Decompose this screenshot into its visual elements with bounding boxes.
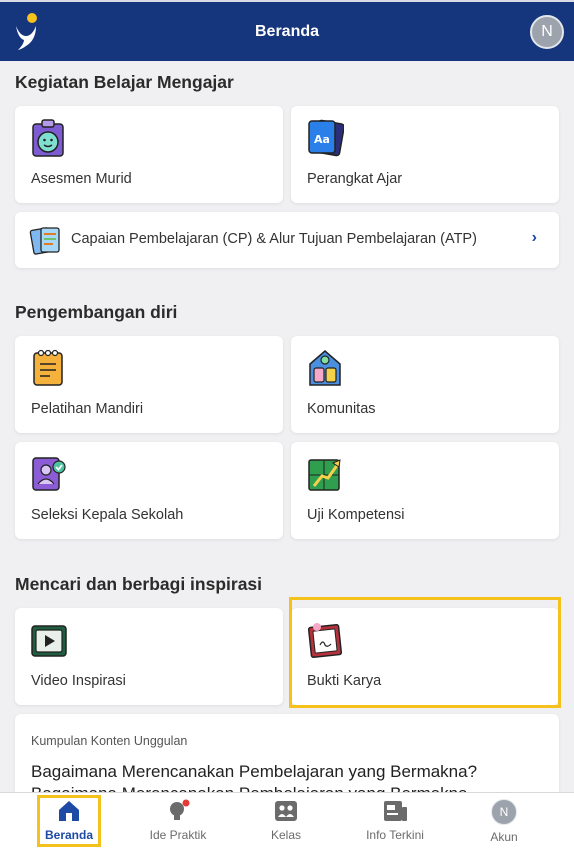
- asesmen-murid-card[interactable]: Asesmen Murid: [15, 106, 283, 203]
- clipboard-face-icon: [32, 119, 64, 157]
- cp-atp-label: Capaian Pembelajaran (CP) & Alur Tujuan …: [71, 231, 477, 247]
- app-header: Beranda N: [0, 0, 574, 61]
- nav-info-terkini-label: Info Terkini: [366, 828, 424, 842]
- perangkat-ajar-card[interactable]: Aa Perangkat Ajar: [291, 106, 559, 203]
- svg-text:Aa: Aa: [314, 133, 330, 146]
- page-title: Beranda: [254, 23, 320, 40]
- bukti-karya-card[interactable]: Bukti Karya: [291, 608, 559, 705]
- class-people-icon: [275, 801, 297, 821]
- cp-atp-card[interactable]: Capaian Pembelajaran (CP) & Alur Tujuan …: [15, 212, 559, 268]
- uji-kompetensi-card[interactable]: Uji Kompetensi: [291, 442, 559, 539]
- avatar: N: [491, 799, 517, 825]
- featured-kicker: Kumpulan Konten Unggulan: [31, 734, 188, 748]
- video-play-icon: [31, 625, 67, 657]
- video-inspirasi-card[interactable]: Video Inspirasi: [15, 608, 283, 705]
- documents-icon: [29, 227, 60, 255]
- section-title-pengembangan: Pengembangan diri: [15, 302, 178, 322]
- home-icon: [59, 801, 79, 821]
- profile-check-icon: [32, 457, 66, 491]
- news-icon: [384, 801, 407, 821]
- avatar-initial: N: [499, 805, 509, 819]
- featured-content-card[interactable]: Kumpulan Konten Unggulan Bagaimana Meren…: [15, 714, 559, 792]
- lightbulb-icon: [170, 799, 190, 820]
- komunitas-card[interactable]: Komunitas: [291, 336, 559, 433]
- nav-kelas-label: Kelas: [270, 828, 302, 842]
- bottom-navigation: Beranda Ide Praktik Kelas Info Terkini N: [0, 792, 574, 848]
- section-title-kbm: Kegiatan Belajar Mengajar: [15, 72, 234, 92]
- nav-akun[interactable]: N Akun: [474, 793, 534, 848]
- seleksi-kepala-sekolah-card[interactable]: Seleksi Kepala Sekolah: [15, 442, 283, 539]
- nav-ide-praktik[interactable]: Ide Praktik: [138, 793, 218, 848]
- pelatihan-mandiri-card[interactable]: Pelatihan Mandiri: [15, 336, 283, 433]
- komunitas-label: Komunitas: [307, 401, 376, 417]
- book-icon: Aa: [308, 119, 344, 157]
- pelatihan-mandiri-label: Pelatihan Mandiri: [31, 401, 144, 417]
- section-title-inspirasi: Mencari dan berbagi inspirasi: [15, 574, 263, 594]
- video-inspirasi-label: Video Inspirasi: [31, 673, 126, 689]
- notepad-icon: [33, 349, 63, 386]
- featured-title-line: Bagaimana Merencanakan Pembelajaran yang…: [31, 783, 546, 792]
- certificate-frame-icon: [307, 623, 343, 659]
- nav-beranda[interactable]: Beranda: [37, 793, 101, 848]
- growth-chart-icon: [308, 459, 341, 491]
- nav-kelas[interactable]: Kelas: [252, 793, 320, 848]
- featured-title: Bagaimana Merencanakan Pembelajaran yang…: [31, 761, 546, 792]
- uji-kompetensi-label: Uji Kompetensi: [307, 507, 405, 523]
- nav-ide-praktik-label: Ide Praktik: [149, 828, 207, 842]
- bukti-karya-label: Bukti Karya: [307, 673, 382, 689]
- featured-title-line: Bagaimana Merencanakan Pembelajaran yang…: [31, 762, 478, 781]
- chevron-right-icon: ›: [531, 229, 537, 246]
- nav-beranda-label: Beranda: [44, 828, 94, 842]
- asesmen-murid-label: Asesmen Murid: [31, 171, 132, 187]
- nav-akun-label: Akun: [490, 830, 518, 844]
- community-house-icon: [309, 350, 341, 386]
- avatar[interactable]: N: [530, 15, 564, 49]
- perangkat-ajar-label: Perangkat Ajar: [307, 171, 403, 187]
- main-content: Kegiatan Belajar Mengajar Asesmen Murid …: [0, 61, 574, 792]
- nav-info-terkini[interactable]: Info Terkini: [355, 793, 435, 848]
- seleksi-kepala-sekolah-label: Seleksi Kepala Sekolah: [31, 507, 184, 523]
